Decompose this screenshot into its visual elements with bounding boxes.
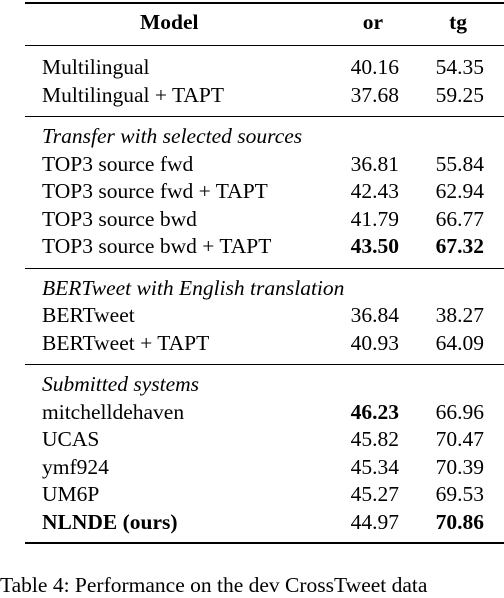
cell-model: UCAS <box>42 427 100 451</box>
header-model: Model <box>140 10 199 34</box>
cell-model: TOP3 source fwd <box>42 151 194 176</box>
cell-model: Multilingual + TAPT <box>42 82 225 107</box>
table-row: TOP3 source fwd + TAPT 42.43 62.94 <box>25 178 504 205</box>
cell-model: TOP3 source bwd <box>42 206 197 231</box>
cell-or: 45.82 <box>350 427 399 451</box>
group-title: Submitted systems <box>42 372 200 396</box>
table-row: Multilingual 40.16 54.35 <box>25 54 504 81</box>
cell-model: TOP3 source fwd + TAPT <box>42 179 268 203</box>
table-row: TOP3 source bwd + TAPT 43.50 67.32 <box>25 233 504 260</box>
table-row: TOP3 source bwd 41.79 66.77 <box>25 206 504 233</box>
cell-tg: 70.39 <box>435 454 484 479</box>
cell-tg: 59.25 <box>435 82 484 107</box>
cell-or: 36.81 <box>350 151 399 176</box>
top-rule <box>25 2 504 4</box>
cell-or: 45.27 <box>350 482 399 506</box>
cell-or: 43.50 <box>350 234 399 258</box>
header-tg: tg <box>449 10 467 34</box>
cell-or: 46.23 <box>350 399 399 424</box>
cell-model: ymf924 <box>42 454 109 479</box>
cell-or: 36.84 <box>350 303 399 327</box>
cell-or: 45.34 <box>350 454 399 479</box>
cell-tg: 54.35 <box>435 55 484 79</box>
table-row: NLNDE (ours) 44.97 70.86 <box>25 509 504 536</box>
cell-or: 40.16 <box>350 55 399 79</box>
cell-model: BERTweet + TAPT <box>42 330 210 355</box>
cell-tg: 64.09 <box>435 330 484 355</box>
bottom-rule <box>25 542 504 544</box>
cell-tg: 70.47 <box>435 427 484 451</box>
table-row: ymf924 45.34 70.39 <box>25 454 504 481</box>
cell-model: mitchelldehaven <box>42 399 185 424</box>
cell-model: NLNDE (ours) <box>42 509 178 534</box>
table-row: TOP3 source fwd 36.81 55.84 <box>25 151 504 178</box>
cell-tg: 55.84 <box>435 151 484 176</box>
cell-tg: 62.94 <box>435 179 484 203</box>
cell-or: 44.97 <box>350 509 399 534</box>
cell-model: UM6P <box>42 482 100 506</box>
section-rule <box>25 267 504 269</box>
header-row: Model or tg <box>25 9 504 36</box>
section-rule <box>25 364 504 366</box>
cell-tg: 38.27 <box>435 303 484 327</box>
section-rule <box>25 116 504 118</box>
group-title: BERTweet with English translation <box>42 275 345 300</box>
header-rule <box>25 45 504 47</box>
cell-tg: 66.77 <box>435 206 484 231</box>
cell-model: TOP3 source bwd + TAPT <box>42 234 272 258</box>
table-row: mitchelldehaven 46.23 66.96 <box>25 399 504 426</box>
table-row: BERTweet + TAPT 40.93 64.09 <box>25 330 504 357</box>
cell-tg: 67.32 <box>435 234 484 258</box>
cell-or: 42.43 <box>350 179 399 203</box>
table-row: UCAS 45.82 70.47 <box>25 426 504 453</box>
table-row: BERTweet 36.84 38.27 <box>25 302 504 329</box>
cell-tg: 69.53 <box>435 482 484 506</box>
cell-or: 40.93 <box>350 330 399 355</box>
cell-tg: 66.96 <box>435 399 484 424</box>
cell-or: 41.79 <box>350 206 399 231</box>
cell-or: 37.68 <box>350 82 399 107</box>
table-row: UM6P 45.27 69.53 <box>25 481 504 508</box>
cell-model: Multilingual <box>42 55 150 79</box>
cell-tg: 70.86 <box>435 509 484 534</box>
header-or: or <box>362 10 383 34</box>
group-title: Transfer with selected sources <box>42 124 303 148</box>
table-row: Multilingual + TAPT 37.68 59.25 <box>25 82 504 109</box>
cell-model: BERTweet <box>42 303 135 327</box>
table-caption: Table 4: Performance on the dev CrossTwe… <box>0 573 428 597</box>
